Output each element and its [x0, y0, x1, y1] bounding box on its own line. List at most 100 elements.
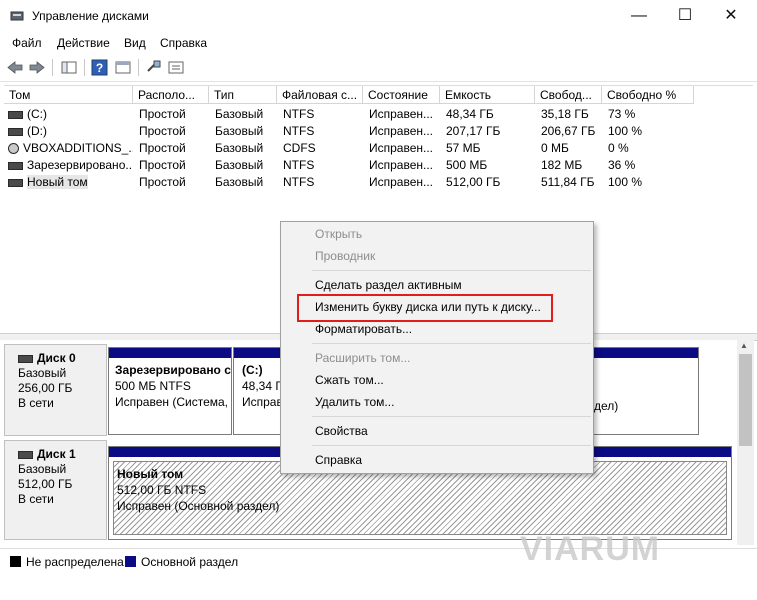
volume-capacity-cell: 500 МБ: [446, 158, 488, 172]
console-tree-icon[interactable]: [60, 59, 78, 76]
menu-bar: [0, 32, 757, 54]
volume-name-cell: (C:): [6, 106, 133, 123]
column-header-free-percent[interactable]: Свободно %: [602, 86, 694, 104]
legend-swatch-primary: [125, 556, 136, 567]
menu-item-shrink-volume[interactable]: Сжать том...: [315, 373, 384, 387]
close-button[interactable]: ✕: [708, 0, 754, 32]
volume-layout-cell: Простой: [139, 158, 186, 172]
volume-fs-cell: NTFS: [283, 124, 315, 138]
menu-help[interactable]: Справка: [160, 36, 207, 50]
volume-status-cell: Исправен...: [369, 158, 434, 172]
menu-item-explorer[interactable]: Проводник: [315, 249, 375, 263]
maximize-button[interactable]: ☐: [662, 0, 708, 32]
menu-file[interactable]: Файл: [12, 36, 42, 50]
volume-free-cell: 511,84 ГБ: [541, 175, 595, 189]
volume-pct-cell: 0 %: [608, 141, 629, 155]
column-header-capacity[interactable]: Емкость: [440, 86, 535, 104]
disk-type: Базовый: [18, 462, 67, 476]
partition-title: Зарезервировано с: [115, 363, 231, 377]
volume-capacity-cell: 57 МБ: [446, 141, 481, 155]
properties-icon[interactable]: [167, 59, 185, 76]
volume-layout-cell: Простой: [139, 141, 186, 155]
disk-1-label[interactable]: Диск 1 Базовый 512,00 ГБ В сети: [4, 440, 107, 540]
scroll-up-icon[interactable]: ▲: [740, 341, 748, 350]
menu-item-format[interactable]: Форматировать...: [315, 322, 412, 336]
disk-size: 256,00 ГБ: [18, 381, 73, 395]
column-header-layout[interactable]: Располо...: [133, 86, 209, 104]
toolbar-separator: [138, 59, 139, 76]
minimize-button[interactable]: —: [616, 0, 662, 32]
volume-name: Новый том: [27, 175, 88, 189]
menu-separator: [312, 343, 591, 344]
volume-pct-cell: 73 %: [608, 107, 636, 121]
drive-icon: [8, 178, 23, 187]
volume-type-cell: Базовый: [215, 175, 264, 189]
volume-pct-cell: 36 %: [608, 158, 636, 172]
volume-type-cell: Базовый: [215, 107, 264, 121]
highlight-box: [297, 294, 553, 322]
volume-status-cell: Исправен...: [369, 124, 434, 138]
volume-status-cell: Исправен...: [369, 141, 434, 155]
disk-name: Диск 0: [37, 351, 76, 365]
menu-item-properties[interactable]: Свойства: [315, 424, 368, 438]
disk-name: Диск 1: [37, 447, 76, 461]
menu-separator: [312, 445, 591, 446]
disk-state: В сети: [18, 396, 54, 410]
volume-type-cell: Базовый: [215, 158, 264, 172]
disk-icon: [18, 354, 33, 363]
disk-0-label[interactable]: Диск 0 Базовый 256,00 ГБ В сети: [4, 344, 107, 436]
connect-icon[interactable]: [145, 59, 163, 76]
menu-view[interactable]: Вид: [124, 36, 146, 50]
volume-free-cell: 206,67 ГБ: [541, 124, 596, 138]
volume-name-cell: VBOXADDITIONS_...: [6, 140, 133, 157]
menu-item-open[interactable]: Открыть: [315, 227, 362, 241]
menu-item-mark-active[interactable]: Сделать раздел активным: [315, 278, 462, 292]
volume-pct-cell: 100 %: [608, 124, 643, 138]
scrollbar-thumb[interactable]: [739, 354, 752, 446]
volume-name: (C:): [27, 107, 47, 121]
volume-name: Зарезервировано...: [27, 158, 133, 172]
volume-free-cell: 182 МБ: [541, 158, 583, 172]
help-icon[interactable]: ?: [91, 59, 109, 76]
disk-management-icon: [10, 11, 24, 21]
watermark-logo: VIARUM: [520, 530, 661, 568]
drive-icon: [8, 161, 23, 170]
volume-fs-cell: NTFS: [283, 158, 315, 172]
partition-status: дел): [594, 399, 619, 413]
menu-item-delete-volume[interactable]: Удалить том...: [315, 395, 394, 409]
volume-fs-cell: CDFS: [283, 141, 316, 155]
partition-status: Исправен (Система,: [115, 395, 229, 409]
volume-fs-cell: NTFS: [283, 175, 315, 189]
volume-type-cell: Базовый: [215, 141, 264, 155]
partition-d[interactable]: дел): [594, 347, 699, 435]
menu-item-extend-volume[interactable]: Расширить том...: [315, 351, 410, 365]
partition-size: 512,00 ГБ NTFS: [117, 483, 207, 497]
menu-item-help[interactable]: Справка: [315, 453, 362, 467]
volume-name-cell: Зарезервировано...: [6, 157, 133, 174]
volume-free-cell: 35,18 ГБ: [541, 107, 589, 121]
back-arrow-icon[interactable]: [6, 59, 24, 76]
partition-reserved[interactable]: Зарезервировано с 500 МБ NTFS Исправен (…: [108, 347, 232, 435]
column-header-volume[interactable]: Том: [4, 86, 133, 104]
column-header-type[interactable]: Тип: [209, 86, 277, 104]
forward-arrow-icon[interactable]: [28, 59, 46, 76]
volume-status-cell: Исправен...: [369, 175, 434, 189]
volume-free-cell: 0 МБ: [541, 141, 569, 155]
volume-name: (D:): [27, 124, 47, 138]
column-header-free[interactable]: Свобод...: [535, 86, 602, 104]
drive-icon: [8, 127, 23, 136]
legend-swatch-unallocated: [10, 556, 21, 567]
menu-action[interactable]: Действие: [57, 36, 110, 50]
window-title: Управление дисками: [32, 9, 149, 23]
svg-text:?: ?: [96, 61, 103, 75]
partition-size: 500 МБ NTFS: [115, 379, 191, 393]
partition-status: Исправен (Основной раздел): [117, 499, 280, 513]
partition-title: Новый том: [117, 467, 184, 481]
volume-capacity-cell: 48,34 ГБ: [446, 107, 494, 121]
column-header-filesystem[interactable]: Файловая с...: [277, 86, 363, 104]
disk-size: 512,00 ГБ: [18, 477, 73, 491]
legend-label-primary: Основной раздел: [141, 555, 239, 569]
column-header-status[interactable]: Состояние: [363, 86, 440, 104]
show-hide-pane-icon[interactable]: [114, 59, 132, 76]
volume-type-cell: Базовый: [215, 124, 264, 138]
